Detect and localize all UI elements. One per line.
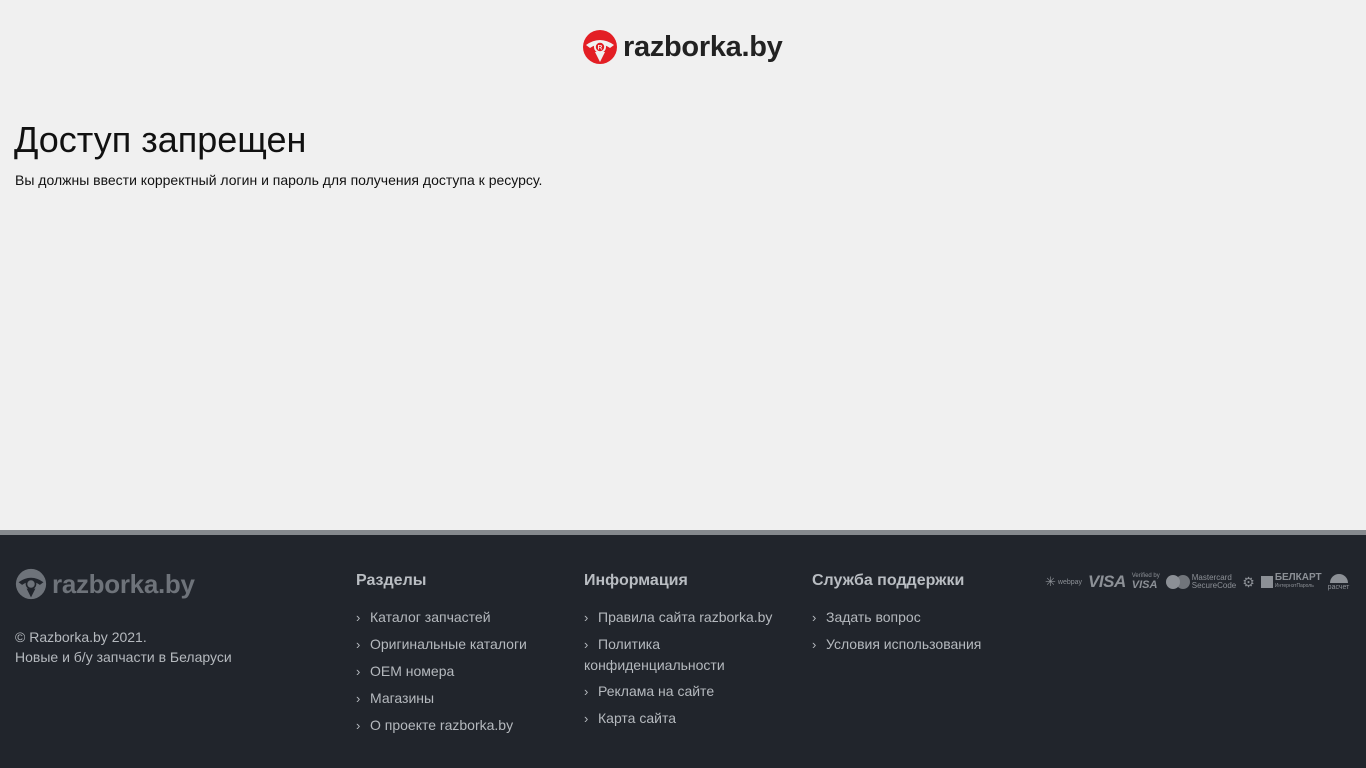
visa-logo: VISA bbox=[1088, 572, 1126, 591]
footer-link-item: › О проекте razborka.by bbox=[356, 715, 566, 736]
chevron-right-icon: › bbox=[356, 637, 361, 652]
footer-link-item: › Задать вопрос bbox=[812, 607, 1022, 628]
verified-by-visa-text: VISA bbox=[1131, 579, 1158, 591]
chevron-right-icon: › bbox=[356, 610, 361, 625]
footer-link-item: › Оригинальные каталоги bbox=[356, 634, 566, 655]
header-logo-text: razborka.by bbox=[623, 31, 783, 63]
steering-wheel-logo-icon bbox=[15, 568, 47, 600]
chevron-right-icon: › bbox=[584, 637, 589, 652]
securecode-text: SecureCode bbox=[1191, 581, 1237, 590]
copyright-line: © Razborka.by 2021. bbox=[15, 629, 147, 645]
raschet-dome-icon bbox=[1329, 573, 1348, 583]
webpay-text: webpay bbox=[1057, 578, 1083, 586]
footer-column-title: Служба поддержки bbox=[812, 572, 965, 589]
footer-link-item: › Карта сайта bbox=[584, 708, 794, 729]
chevron-right-icon: › bbox=[584, 711, 589, 726]
footer-link-original-catalogs[interactable]: Оригинальные каталоги bbox=[370, 636, 527, 652]
footer-link-item: › Каталог запчастей bbox=[356, 607, 566, 628]
site-footer: razborka.by © Razborka.by 2021. Новые и … bbox=[0, 530, 1366, 768]
chevron-right-icon: › bbox=[812, 610, 817, 625]
steering-wheel-logo-icon: R bbox=[583, 30, 617, 64]
footer-link-site-rules[interactable]: Правила сайта razborka.by bbox=[598, 609, 772, 625]
footer-column-title: Разделы bbox=[356, 572, 427, 589]
chevron-right-icon: › bbox=[584, 610, 589, 625]
belkart-logo: БЕЛКАРТ ИнтернэтПароль bbox=[1260, 573, 1322, 591]
site-header: R razborka.by bbox=[0, 0, 1366, 96]
footer-column-title: Информация bbox=[584, 572, 688, 589]
chevron-right-icon: › bbox=[356, 691, 361, 706]
chevron-right-icon: › bbox=[356, 664, 361, 679]
footer-link-item: › Условия использования bbox=[812, 634, 1022, 655]
footer-link-item: › OEM номера bbox=[356, 661, 566, 682]
footer-link-item: › Политика конфиденциальности bbox=[584, 634, 794, 675]
verified-by-visa-logo: Verified by VISA bbox=[1132, 573, 1160, 591]
footer-link-parts-catalog[interactable]: Каталог запчастей bbox=[370, 609, 491, 625]
footer-link-about[interactable]: О проекте razborka.by bbox=[370, 717, 513, 733]
footer-link-privacy-policy[interactable]: Политика конфиденциальности bbox=[584, 636, 725, 673]
footer-column-information: Информация › Правила сайта razborka.by › П… bbox=[584, 571, 794, 735]
copyright: © Razborka.by 2021. Новые и б/у запчасти… bbox=[15, 627, 232, 667]
footer-link-ask-question[interactable]: Задать вопрос bbox=[826, 609, 921, 625]
footer-link-shops[interactable]: Магазины bbox=[370, 690, 434, 706]
raschet-text: расчет bbox=[1327, 583, 1350, 591]
copyright-tagline: Новые и б/у запчасти в Беларуси bbox=[15, 649, 232, 665]
gear-icon: ⚙ bbox=[1242, 573, 1255, 590]
footer-link-oem-numbers[interactable]: OEM номера bbox=[370, 663, 454, 679]
belkart-square-icon bbox=[1260, 576, 1273, 588]
access-denied-message: Вы должны ввести корректный логин и паро… bbox=[15, 172, 543, 188]
footer-link-advertising[interactable]: Реклама на сайте bbox=[598, 683, 714, 699]
footer-link-terms-of-use[interactable]: Условия использования bbox=[826, 636, 981, 652]
raschet-logo: расчет bbox=[1327, 573, 1350, 591]
mastercard-circles-icon bbox=[1165, 575, 1190, 589]
webpay-burst-icon: ✳ bbox=[1045, 574, 1056, 589]
footer-link-sitemap[interactable]: Карта сайта bbox=[598, 710, 676, 726]
svg-text:R: R bbox=[598, 45, 603, 52]
page-title: Доступ запрещен bbox=[14, 119, 307, 160]
footer-link-item: › Реклама на сайте bbox=[584, 681, 794, 702]
footer-logo-text: razborka.by bbox=[52, 569, 195, 599]
footer-link-item: › Магазины bbox=[356, 688, 566, 709]
footer-column-sections: Разделы › Каталог запчастей › Оригинальные… bbox=[356, 571, 566, 742]
footer-logo-link[interactable]: razborka.by bbox=[15, 567, 195, 601]
belkart-password-text: ИнтернэтПароль bbox=[1274, 583, 1314, 589]
chevron-right-icon: › bbox=[812, 637, 817, 652]
mastercard-securecode-logo: Mastercard SecureCode bbox=[1165, 574, 1237, 590]
chevron-right-icon: › bbox=[584, 684, 589, 699]
chevron-right-icon: › bbox=[356, 718, 361, 733]
webpay-logo: ✳ webpay bbox=[1045, 574, 1082, 590]
payment-logos: ✳ webpay VISA Verified by VISA Mastercard S… bbox=[1045, 572, 1349, 592]
header-logo-link[interactable]: R razborka.by bbox=[582, 28, 783, 66]
footer-column-support: Служба поддержки › Задать вопрос › Условия… bbox=[812, 571, 1022, 661]
footer-link-item: › Правила сайта razborka.by bbox=[584, 607, 794, 628]
